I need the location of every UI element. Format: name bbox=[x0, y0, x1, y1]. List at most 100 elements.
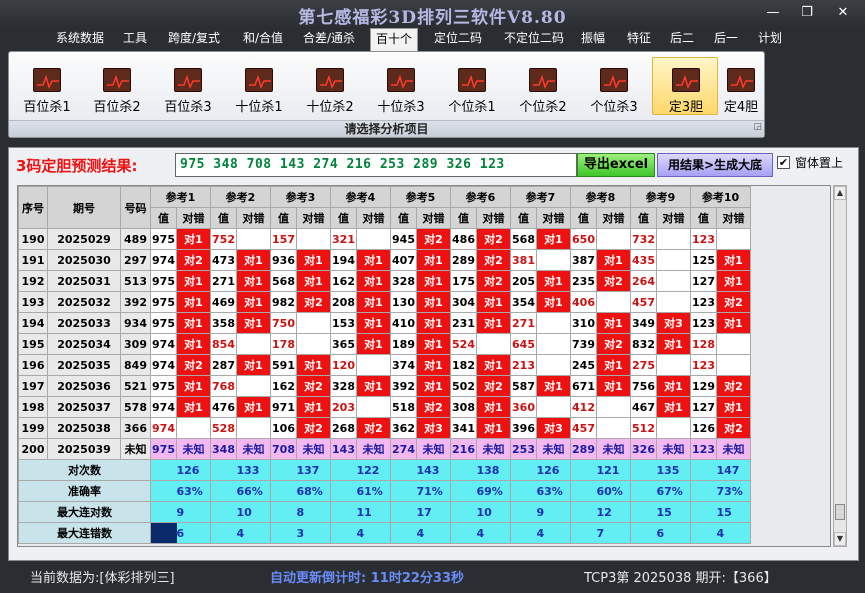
row-value: 321 bbox=[330, 228, 357, 250]
header-check: 对错 bbox=[596, 207, 631, 229]
row-value: 486 bbox=[450, 228, 477, 250]
red-line-chart-icon bbox=[103, 68, 131, 92]
ribbon-button-10[interactable]: 定4胆 bbox=[716, 57, 764, 115]
ribbon-button-1[interactable]: 百位杀2 bbox=[83, 57, 149, 115]
row-check: 对1 bbox=[236, 396, 271, 418]
ribbon-button-9[interactable]: 定3胆 bbox=[652, 57, 718, 115]
minimize-button[interactable]: — bbox=[760, 4, 786, 22]
row-number: 309 bbox=[120, 333, 151, 355]
row-value: 524 bbox=[450, 333, 477, 355]
row-check bbox=[656, 270, 691, 292]
row-value: 268 bbox=[330, 417, 357, 439]
row-check: 对2 bbox=[476, 270, 511, 292]
row-check: 对2 bbox=[716, 417, 751, 439]
row-check: 对3 bbox=[656, 312, 691, 334]
table-row[interactable]: 190 2025029 489 975 对1 752 157 321 945 对2 486 对2 568… bbox=[18, 228, 751, 250]
ribbon-button-4[interactable]: 十位杀2 bbox=[296, 57, 362, 115]
header-ref: 参考3 bbox=[270, 186, 331, 208]
countdown-status: 自动更新倒计时: 11时22分33秒 bbox=[270, 571, 464, 586]
row-value: 310 bbox=[570, 312, 597, 334]
table-row[interactable]: 197 2025036 521 975 对1 768 162 对2 328 对1 392 对1 502 对… bbox=[18, 375, 751, 397]
stats-spacer bbox=[630, 522, 657, 544]
generate-base-button[interactable]: 用结果>生成大底 bbox=[657, 153, 773, 177]
row-number: 521 bbox=[120, 375, 151, 397]
menu-item-10[interactable]: 后二 bbox=[665, 28, 699, 50]
stats-value: 135 bbox=[656, 459, 691, 481]
row-check bbox=[296, 228, 331, 250]
stats-spacer bbox=[630, 480, 657, 502]
table-row[interactable]: 191 2025030 297 974 对2 473 对1 936 对1 194 对1 407 对1 28… bbox=[18, 249, 751, 271]
predict-period: 2025039 bbox=[47, 438, 121, 460]
ribbon-footer: 请选择分析项目 ◲ bbox=[9, 120, 764, 137]
stats-spacer bbox=[210, 522, 237, 544]
menu-item-5[interactable]: 百十个 bbox=[370, 28, 418, 51]
row-value: 974 bbox=[150, 333, 177, 355]
menu-item-6[interactable]: 定位二码 bbox=[428, 28, 488, 50]
header-value: 值 bbox=[330, 207, 357, 229]
ribbon-button-5[interactable]: 十位杀3 bbox=[367, 57, 433, 115]
stats-value: 63% bbox=[176, 480, 211, 502]
stats-value: 15 bbox=[656, 501, 691, 523]
ribbon-button-0[interactable]: 百位杀1 bbox=[13, 57, 79, 115]
row-value: 128 bbox=[690, 333, 717, 355]
ribbon-button-7[interactable]: 个位杀2 bbox=[509, 57, 575, 115]
scroll-down-icon[interactable]: ▼ bbox=[834, 532, 846, 546]
stats-value: 17 bbox=[416, 501, 451, 523]
stats-spacer bbox=[630, 459, 657, 481]
ribbon-button-3[interactable]: 十位杀1 bbox=[225, 57, 291, 115]
menu-item-11[interactable]: 后一 bbox=[708, 28, 744, 50]
row-check: 对1 bbox=[656, 396, 691, 418]
table-row[interactable]: 192 2025031 513 975 对1 271 对1 568 对1 162 对1 328 对1 17… bbox=[18, 270, 751, 292]
header-value: 值 bbox=[450, 207, 477, 229]
stats-value: 4 bbox=[356, 522, 391, 544]
menu-item-9[interactable]: 特征 bbox=[621, 28, 657, 50]
stats-value: 73% bbox=[716, 480, 751, 502]
menu-item-1[interactable]: 工具 bbox=[118, 28, 152, 50]
table-row[interactable]: 196 2025035 849 974 对2 287 对1 591 对1 120 374 对1 182 对… bbox=[18, 354, 751, 376]
menu-item-7[interactable]: 不定位二码 bbox=[497, 28, 571, 50]
row-check: 对1 bbox=[716, 249, 751, 271]
maximize-button[interactable]: ❐ bbox=[794, 4, 820, 22]
menu-item-4[interactable]: 合差/通杀 bbox=[298, 28, 360, 50]
menu-item-2[interactable]: 跨度/复式 bbox=[162, 28, 226, 50]
table-row[interactable]: 199 2025038 366 974 528 106 对2 268 对2 362 对3 341 对1 3… bbox=[18, 417, 751, 439]
predict-check: 未知 bbox=[476, 438, 511, 460]
row-seq: 191 bbox=[18, 249, 48, 271]
ribbon-button-label: 个位杀3 bbox=[590, 100, 638, 115]
row-value: 945 bbox=[390, 228, 417, 250]
scroll-thumb[interactable] bbox=[835, 504, 845, 520]
row-period: 2025032 bbox=[47, 291, 121, 313]
menu-item-0[interactable]: 系统数据 bbox=[52, 28, 108, 50]
row-value: 123 bbox=[690, 354, 717, 376]
row-check bbox=[236, 228, 271, 250]
result-field[interactable]: 975 348 708 143 274 216 253 289 326 123 bbox=[175, 153, 577, 177]
data-source-status: 当前数据为:[体彩排列三] bbox=[30, 571, 175, 586]
expand-corner-icon[interactable]: ◲ bbox=[753, 119, 762, 135]
scroll-up-icon[interactable]: ▲ bbox=[834, 186, 846, 200]
predict-row[interactable]: 200 2025039 未知 975 未知 348 未知 708 未知 143 未知 274 未知 216… bbox=[18, 438, 751, 460]
ribbon-button-2[interactable]: 百位杀3 bbox=[154, 57, 220, 115]
vertical-scrollbar[interactable]: ▲ ▼ bbox=[833, 185, 847, 547]
ribbon-button-label: 定4胆 bbox=[723, 100, 759, 115]
row-check bbox=[596, 228, 631, 250]
table-row[interactable]: 193 2025032 392 975 对1 469 对1 982 对2 208 对1 130 对1 30… bbox=[18, 291, 751, 313]
ribbon-button-label: 十位杀2 bbox=[306, 100, 354, 115]
row-value: 671 bbox=[570, 375, 597, 397]
header-check: 对错 bbox=[176, 207, 211, 229]
row-value: 374 bbox=[390, 354, 417, 376]
export-excel-button[interactable]: 导出excel bbox=[577, 153, 655, 177]
ribbon-button-6[interactable]: 个位杀1 bbox=[438, 57, 504, 115]
stats-spacer bbox=[270, 459, 297, 481]
table-row[interactable]: 198 2025037 578 974 对1 476 对1 971 对1 203 518 对2 308 对… bbox=[18, 396, 751, 418]
topmost-checkbox[interactable]: ✔ bbox=[777, 156, 790, 169]
table-row[interactable]: 194 2025033 934 975 对1 358 对1 750 153 对1 410 对1 231 对… bbox=[18, 312, 751, 334]
menu-item-8[interactable]: 振幅 bbox=[576, 28, 610, 50]
menu-item-3[interactable]: 和/合值 bbox=[238, 28, 288, 50]
menu-item-12[interactable]: 计划 bbox=[754, 28, 786, 50]
ribbon-button-8[interactable]: 个位杀3 bbox=[580, 57, 646, 115]
red-line-chart-icon bbox=[529, 68, 557, 92]
table-row[interactable]: 195 2025034 309 974 对1 854 178 365 对1 189 对1 524 645… bbox=[18, 333, 751, 355]
row-check: 对1 bbox=[656, 375, 691, 397]
ribbon-button-label: 定3胆 bbox=[668, 100, 704, 115]
close-button[interactable]: ✕ bbox=[830, 4, 856, 22]
